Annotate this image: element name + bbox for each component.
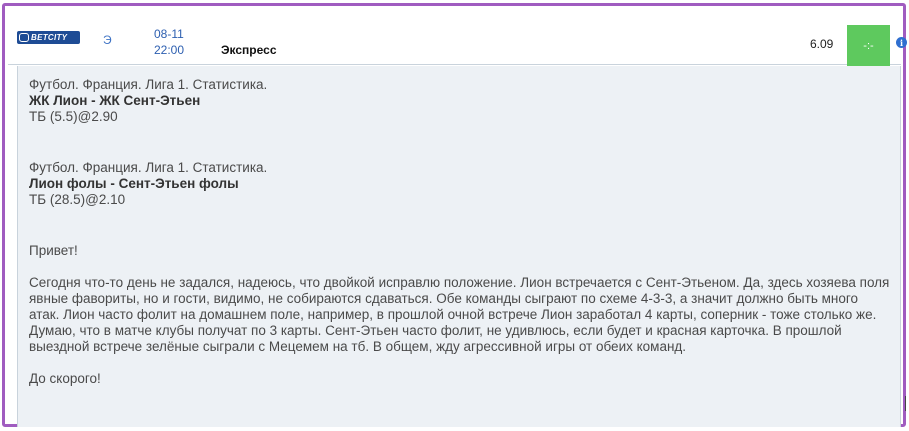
bet-kind: Экспресс	[221, 43, 277, 57]
total-odds: 6.09	[810, 37, 834, 51]
bet-header: BETCITY Э 08-11 22:00 Экспресс 6.09 -:- …	[8, 9, 907, 66]
comment-signoff: До скорого!	[29, 371, 101, 386]
pick-bet: ТБ (5.5)@2.90	[29, 109, 118, 124]
divider	[905, 396, 906, 411]
comment: Привет! Сегодня что-то день не задался, …	[29, 243, 890, 387]
bet-type-short: Э	[103, 33, 112, 47]
pick-league: Футбол. Франция. Лига 1. Статистика.	[29, 160, 268, 175]
bookmaker-logo[interactable]: BETCITY	[17, 31, 80, 44]
result-badge: -:-	[847, 25, 890, 66]
pick-bet: ТБ (28.5)@2.10	[29, 192, 126, 207]
event-date: 08-11	[154, 27, 184, 41]
info-icon[interactable]: i	[896, 37, 907, 48]
pick-item: Футбол. Франция. Лига 1. Статистика. Лио…	[29, 160, 890, 208]
pick-league: Футбол. Франция. Лига 1. Статистика.	[29, 77, 268, 92]
comment-greeting: Привет!	[29, 243, 78, 258]
logo-text: BETCITY	[31, 33, 68, 42]
comment-body: Сегодня что-то день не задался, надеюсь,…	[29, 275, 890, 354]
pick-match: Лион фолы - Сент-Этьен фолы	[29, 176, 239, 191]
event-time: 22:00	[154, 43, 185, 57]
pick-item: Футбол. Франция. Лига 1. Статистика. ЖК …	[29, 77, 890, 125]
pick-match: ЖК Лион - ЖК Сент-Этьен	[29, 93, 201, 108]
bet-card: BETCITY Э 08-11 22:00 Экспресс 6.09 -:- …	[2, 3, 907, 427]
bet-content: Футбол. Франция. Лига 1. Статистика. ЖК …	[17, 66, 901, 427]
logo-icon	[19, 33, 29, 42]
